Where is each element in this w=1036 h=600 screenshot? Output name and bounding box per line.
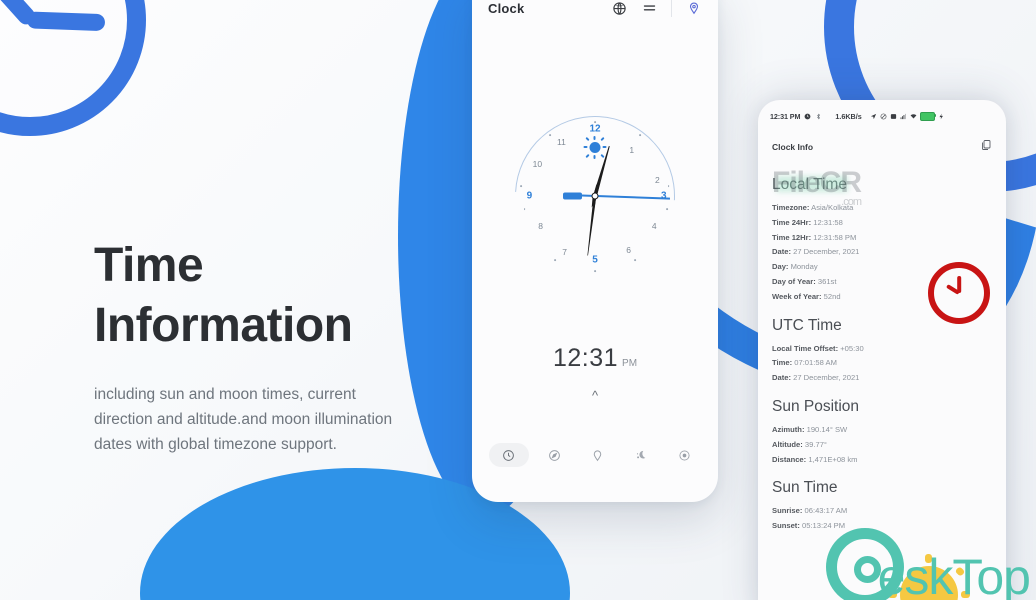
clock-hour-5: 5 <box>592 254 598 266</box>
nav-clock-tab[interactable] <box>488 443 529 467</box>
clock-hour-2: 2 <box>655 175 660 185</box>
copy-icon[interactable] <box>980 138 992 156</box>
clock-hour-7: 7 <box>562 247 567 257</box>
mute-icon <box>880 113 887 120</box>
headline-line-2: Information <box>94 299 353 352</box>
row-utc-date: Date: 27 December, 2021 <box>772 373 860 383</box>
nav-location-tab[interactable] <box>581 443 615 467</box>
clock-info-header: Clock Info <box>758 128 1006 160</box>
clock-icon-red <box>928 262 990 324</box>
row-sunset: Sunset: 05:13:24 PM <box>772 521 846 531</box>
row-date: Date: 27 December, 2021 <box>772 247 860 257</box>
clock-hour-10: 10 <box>532 159 543 169</box>
background-clock-hour-hand <box>26 11 106 32</box>
wifi-icon <box>910 113 917 120</box>
charging-icon <box>938 113 945 120</box>
sun-position-rows: Azimuth: 190.14° SW Altitude: 39.77° Dis… <box>772 423 992 467</box>
nav-sun-tab[interactable] <box>667 443 701 467</box>
sun-icon <box>583 136 607 159</box>
location-pin-icon[interactable] <box>685 0 702 17</box>
center-phone-mockup: Clock 12 1 2 3 4 5 6 7 8 9 10 11 12:31 P… <box>472 0 718 502</box>
status-bar-icon-group <box>870 111 945 121</box>
clock-hour-8: 8 <box>538 221 543 232</box>
clock-app-title: Clock <box>488 0 525 16</box>
menu-icon[interactable] <box>641 0 658 17</box>
clock-hour-1: 1 <box>629 144 635 155</box>
status-bar: 12:31 PM 1.6KB/s <box>758 100 1006 128</box>
digital-time-display: 12:31 PM <box>472 344 718 373</box>
row-time-24hr: Time 24Hr: 12:31:58 <box>772 217 843 227</box>
clock-info-title: Clock Info <box>772 142 814 152</box>
digital-time-value: 12:31 <box>552 344 619 372</box>
nav-compass-tab[interactable] <box>538 443 572 467</box>
page-subtitle: including sun and moon times, current di… <box>94 386 393 454</box>
row-altitude: Altitude: 39.77° <box>772 439 827 449</box>
row-azimuth: Azimuth: 190.14° SW <box>772 424 848 434</box>
signal-icon <box>900 113 907 120</box>
marketing-copy: Time Information including sun and moon … <box>94 236 424 457</box>
row-timezone: Timezone: Asia/Kolkata <box>772 203 854 212</box>
section-title-local-time: Local Time <box>772 176 847 193</box>
bluetooth-icon <box>815 113 822 120</box>
clock-hour-12: 12 <box>589 123 601 135</box>
utc-time-rows: Local Time Offset: +05:30 Time: 07:01:58… <box>772 342 992 386</box>
clock-center-pin <box>591 192 599 200</box>
clock-app-header: Clock <box>472 0 718 30</box>
row-distance: Distance: 1,471E+08 km <box>772 454 858 464</box>
headline-line-1: Time <box>94 239 204 292</box>
bottom-navigation-bar <box>472 434 718 476</box>
clock-hour-6: 6 <box>626 245 631 256</box>
background-clock-graphic <box>0 0 146 136</box>
clock-app-header-icons <box>611 0 702 17</box>
right-phone-mockup: 12:31 PM 1.6KB/s Clock Info Local Time T… <box>758 100 1006 600</box>
row-local-time-offset: Local Time Offset: +05:30 <box>772 343 864 353</box>
sun-time-rows: Sunrise: 06:43:17 AM Sunset: 05:13:24 PM <box>772 504 992 534</box>
analog-clock-face: 12 1 2 3 4 5 6 7 8 9 10 11 <box>482 83 708 309</box>
poster-stage: Time Information including sun and moon … <box>0 0 1036 600</box>
status-bar-network-speed: 1.6KB/s <box>835 111 862 121</box>
page-title: Time Information <box>94 236 424 356</box>
clock-hour-3: 3 <box>661 190 667 202</box>
row-time-12hr: Time 12Hr: 12:31:58 PM <box>772 232 857 242</box>
battery-icon <box>919 111 937 121</box>
location-arrow-icon <box>870 113 877 120</box>
clock-info-body: Local Time Timezone: Asia/Kolkata Time 2… <box>758 160 1006 534</box>
row-sunrise: Sunrise: 06:43:17 AM <box>772 506 848 516</box>
clock-hour-9: 9 <box>526 190 533 202</box>
alarm-icon <box>804 113 811 120</box>
row-utc-time: Time: 07:01:58 AM <box>772 358 837 368</box>
nav-moon-tab[interactable] <box>624 443 658 467</box>
vpn-icon <box>890 113 897 120</box>
clock-hour-11: 11 <box>556 136 566 147</box>
clock-second-hand-tail <box>563 192 582 200</box>
chevron-up-icon[interactable]: ^ <box>472 388 718 403</box>
section-title-sun-time: Sun Time <box>772 479 838 497</box>
section-title-sun-position: Sun Position <box>772 397 860 415</box>
globe-icon[interactable] <box>611 0 628 17</box>
digital-time-ampm: PM <box>622 358 638 369</box>
header-divider <box>671 0 672 17</box>
status-bar-time: 12:31 PM <box>770 111 801 121</box>
clock-hour-4: 4 <box>651 221 657 232</box>
